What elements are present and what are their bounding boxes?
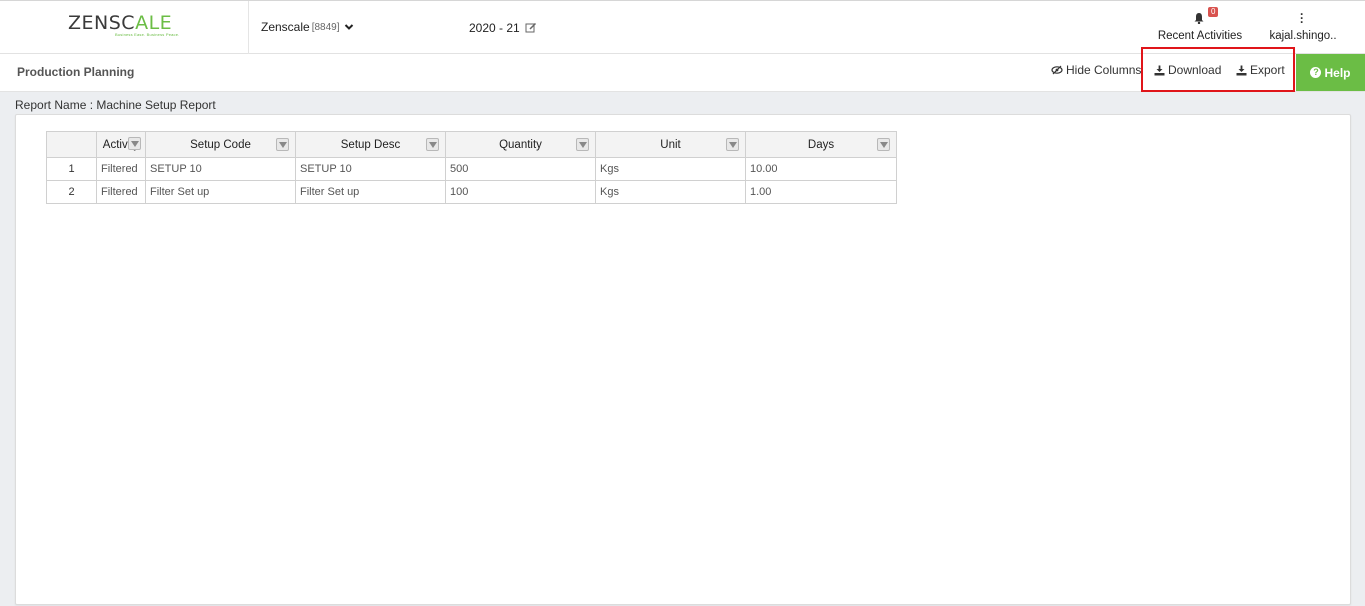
financial-year-value: 2020 - 21 <box>469 21 520 35</box>
help-label: Help <box>1324 65 1351 80</box>
module-title: Production Planning <box>17 65 135 79</box>
column-header-activity[interactable]: Activity <box>96 131 146 158</box>
cell-setup-code: Filter Set up <box>145 180 296 204</box>
cell-quantity: 500 <box>445 157 596 181</box>
cell-setup-desc: Filter Set up <box>295 180 446 204</box>
cell-unit: Kgs <box>595 157 746 181</box>
column-header-label: Setup Code <box>190 138 251 151</box>
user-name: kajal.shingo.. <box>1269 30 1337 42</box>
grid-header-row: Activity Setup Code Setup Desc Quantity … <box>46 131 897 158</box>
report-grid: Activity Setup Code Setup Desc Quantity … <box>46 131 897 204</box>
cell-activity: Filtered <box>96 180 146 204</box>
cell-days: 1.00 <box>745 180 897 204</box>
download-export-highlight <box>1141 47 1295 92</box>
column-header-setup-code[interactable]: Setup Code <box>145 131 296 158</box>
top-header: ZENSCALE Business Ease. Business Peace. … <box>0 0 1365 54</box>
more-vertical-icon[interactable]: · · · <box>1300 8 1304 28</box>
column-header-quantity[interactable]: Quantity <box>445 131 596 158</box>
help-button[interactable]: ? Help <box>1296 54 1365 91</box>
report-name: Report Name : Machine Setup Report <box>15 98 216 112</box>
recent-activities-button[interactable]: 0 Recent Activities <box>1150 7 1250 47</box>
question-circle-icon: ? <box>1310 67 1322 78</box>
filter-icon[interactable] <box>726 138 739 151</box>
cell-activity: Filtered <box>96 157 146 181</box>
cell-days: 10.00 <box>745 157 897 181</box>
column-header-label: Setup Desc <box>340 138 401 151</box>
row-number: 1 <box>46 157 97 181</box>
hide-columns-label: Hide Columns <box>1066 63 1142 77</box>
column-header-label: Quantity <box>499 138 542 151</box>
logo-container[interactable]: ZENSCALE Business Ease. Business Peace. <box>0 1 249 54</box>
zenscale-logo[interactable]: ZENSCALE <box>68 12 172 34</box>
column-header-unit[interactable]: Unit <box>595 131 746 158</box>
notification-badge: 0 <box>1208 7 1219 17</box>
company-code: [8849] <box>311 21 340 33</box>
bell-icon <box>1194 13 1204 24</box>
hide-columns-button[interactable]: Hide Columns <box>1051 63 1141 77</box>
cell-setup-desc: SETUP 10 <box>295 157 446 181</box>
recent-activities-label: Recent Activities <box>1157 30 1243 42</box>
company-selector[interactable]: Zenscale [8849] <box>261 20 354 34</box>
table-row[interactable]: 2 Filtered Filter Set up Filter Set up 1… <box>46 180 897 204</box>
edit-icon[interactable] <box>525 22 537 34</box>
column-header-setup-desc[interactable]: Setup Desc <box>295 131 446 158</box>
logo-text-1: ZENSC <box>68 12 136 34</box>
eye-slash-icon <box>1051 65 1063 75</box>
user-menu[interactable]: · · · kajal.shingo.. <box>1262 7 1344 47</box>
cell-unit: Kgs <box>595 180 746 204</box>
filter-icon[interactable] <box>877 138 890 151</box>
column-header-days[interactable]: Days <box>745 131 897 158</box>
row-number: 2 <box>46 180 97 204</box>
cell-quantity: 100 <box>445 180 596 204</box>
company-name: Zenscale <box>261 20 310 34</box>
chevron-down-icon <box>344 24 353 30</box>
column-header-label: Unit <box>660 138 681 151</box>
filter-icon[interactable] <box>426 138 439 151</box>
logo-tagline: Business Ease. Business Peace. <box>115 32 180 37</box>
column-header-rownum <box>46 131 97 158</box>
cell-setup-code: SETUP 10 <box>145 157 296 181</box>
logo-text-2: LE <box>148 12 173 34</box>
filter-icon[interactable] <box>276 138 289 151</box>
filter-icon[interactable] <box>128 137 141 150</box>
table-row[interactable]: 1 Filtered SETUP 10 SETUP 10 500 Kgs 10.… <box>46 157 897 181</box>
filter-icon[interactable] <box>576 138 589 151</box>
financial-year-selector[interactable]: 2020 - 21 <box>469 21 537 35</box>
logo-text-accent: A <box>135 12 149 34</box>
column-header-label: Days <box>807 138 835 151</box>
